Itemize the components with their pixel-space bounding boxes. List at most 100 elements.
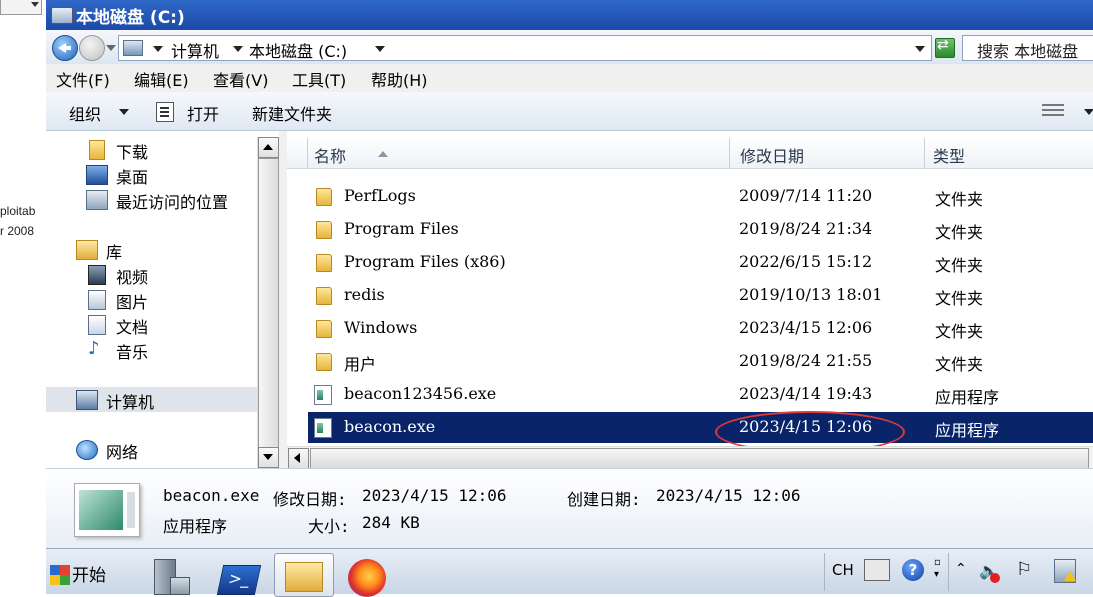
title-bar[interactable]: 本地磁盘 (C:): [46, 0, 1093, 30]
details-created-label: 创建日期:: [567, 490, 641, 509]
nav-label: 音乐: [116, 343, 149, 362]
chevron-down-icon[interactable]: [375, 46, 385, 52]
chevron-down-icon[interactable]: [233, 46, 243, 52]
nav-item-recent-places[interactable]: 最近访问的位置: [46, 187, 256, 212]
file-list: 名称 修改日期 类型 PerfLogs 2009/7/14 11:20 文件夹 …: [287, 131, 1093, 468]
file-row-selected[interactable]: beacon.exe 2023/4/15 12:06 应用程序: [308, 412, 1093, 443]
scroll-thumb[interactable]: [258, 158, 279, 448]
nav-item-network[interactable]: 网络: [46, 437, 256, 462]
search-placeholder: 搜索 本地磁盘: [977, 42, 1079, 61]
open-icon: [156, 102, 174, 122]
column-name[interactable]: 名称: [308, 138, 730, 168]
file-row[interactable]: beacon123456.exe 2023/4/14 19:43 应用程序: [308, 379, 1093, 410]
column-date[interactable]: 修改日期: [730, 138, 925, 168]
folder-icon: [316, 188, 332, 206]
background-dropdown[interactable]: [0, 0, 42, 15]
language-indicator[interactable]: CH: [832, 561, 854, 579]
column-label: 修改日期: [740, 147, 805, 166]
warning-icon: [1064, 571, 1076, 581]
nav-item-pictures[interactable]: 图片: [46, 287, 256, 312]
nav-label: 视频: [116, 268, 149, 287]
file-row[interactable]: Program Files 2019/8/24 21:34 文件夹: [308, 214, 1093, 245]
pane-splitter[interactable]: [279, 131, 287, 468]
new-folder-button[interactable]: 新建文件夹: [252, 101, 332, 125]
taskbar: 开始 >_ CH ? ▫ ▾ ⌃ 🔈 ⚐: [46, 548, 1093, 597]
folder-icon: [316, 221, 332, 239]
start-label: 开始: [72, 566, 106, 586]
file-type: 文件夹: [935, 289, 984, 308]
firefox-icon[interactable]: [346, 555, 390, 597]
file-row[interactable]: redis 2019/10/13 18:01 文件夹: [308, 280, 1093, 311]
folder-icon: [316, 254, 332, 272]
keyboard-icon[interactable]: [864, 559, 890, 581]
search-input[interactable]: 搜索 本地磁盘: [962, 35, 1093, 61]
menu-edit[interactable]: 编辑(E): [134, 67, 189, 91]
scroll-thumb[interactable]: [310, 448, 1089, 469]
file-date: 2019/10/13 18:01: [739, 285, 883, 304]
forward-button[interactable]: [79, 35, 105, 61]
file-row[interactable]: Program Files (x86) 2022/6/15 15:12 文件夹: [308, 247, 1093, 278]
nav-item-desktop[interactable]: 桌面: [46, 162, 256, 187]
organize-chevron-icon[interactable]: [119, 109, 129, 115]
breadcrumb-local-disk[interactable]: 本地磁盘 (C:): [249, 38, 347, 62]
column-type[interactable]: 类型: [925, 138, 1093, 168]
address-history-chevron-icon[interactable]: [915, 46, 925, 52]
view-options-icon[interactable]: [1042, 102, 1064, 120]
explorer-window: 本地磁盘 (C:) 计算机 本地磁盘 (C:) 搜索 本地磁盘 文件(F) 编辑…: [46, 0, 1093, 549]
action-center-flag-icon[interactable]: ⚐: [1016, 559, 1032, 580]
open-button[interactable]: 打开: [187, 101, 219, 125]
show-hidden-icons-icon[interactable]: ⌃: [955, 561, 967, 577]
start-button[interactable]: 开始: [50, 561, 106, 586]
network-icon: [76, 440, 98, 460]
refresh-icon[interactable]: [935, 37, 955, 58]
file-row[interactable]: 用户 2019/8/24 21:55 文件夹: [308, 346, 1093, 377]
file-type: 应用程序: [935, 388, 1000, 407]
details-pane: beacon.exe 修改日期: 2023/4/15 12:06 创建日期: 2…: [46, 468, 1093, 549]
scroll-down-icon[interactable]: [258, 447, 279, 468]
nav-label: 库: [106, 243, 123, 262]
nav-item-music[interactable]: ♪ 音乐: [46, 337, 256, 363]
scroll-left-icon[interactable]: [288, 448, 309, 469]
menu-view[interactable]: 查看(V): [213, 67, 268, 91]
address-box[interactable]: 计算机 本地磁盘 (C:): [118, 35, 932, 61]
server-manager-icon[interactable]: [148, 555, 192, 595]
nav-scrollbar[interactable]: [257, 137, 279, 468]
menu-tools[interactable]: 工具(T): [292, 67, 346, 91]
back-button[interactable]: [52, 35, 78, 61]
folder-icon: [316, 353, 332, 371]
nav-label: 最近访问的位置: [116, 193, 229, 212]
menu-help[interactable]: 帮助(H): [371, 67, 428, 91]
menu-bar: 文件(F) 编辑(E) 查看(V) 工具(T) 帮助(H): [46, 64, 1093, 92]
organize-button[interactable]: 组织: [69, 101, 101, 125]
breadcrumb-computer[interactable]: 计算机: [171, 38, 219, 62]
horizontal-scrollbar[interactable]: [287, 446, 1093, 469]
folder-icon: [316, 320, 332, 338]
scroll-up-icon[interactable]: [258, 137, 279, 158]
music-icon: ♪: [88, 338, 100, 359]
options-chevron-icon[interactable]: ▫ ▾: [934, 557, 941, 581]
details-modified-label: 修改日期:: [273, 490, 347, 509]
nav-label: 文档: [116, 318, 149, 337]
file-name: beacon123456.exe: [344, 384, 497, 403]
view-chevron-icon[interactable]: [1084, 109, 1093, 115]
nav-item-videos[interactable]: 视频: [46, 262, 256, 287]
details-size: 284 KB: [362, 513, 420, 532]
details-size-label: 大小:: [308, 517, 350, 536]
file-row[interactable]: Windows 2023/4/15 12:06 文件夹: [308, 313, 1093, 344]
chevron-down-icon[interactable]: [153, 46, 163, 52]
help-icon[interactable]: ?: [902, 559, 924, 581]
menu-file[interactable]: 文件(F): [56, 67, 110, 91]
explorer-taskbar-button[interactable]: [274, 553, 334, 597]
nav-item-documents[interactable]: 文档: [46, 312, 256, 337]
explorer-icon: [285, 562, 323, 592]
desktop-icon: [86, 165, 108, 185]
computer-icon: [76, 390, 98, 410]
nav-item-libraries[interactable]: 库: [46, 237, 256, 262]
powershell-icon[interactable]: >_: [216, 555, 262, 595]
file-date: 2019/8/24 21:55: [739, 351, 873, 370]
recent-pages-chevron-icon[interactable]: [106, 45, 116, 51]
file-row[interactable]: PerfLogs 2009/7/14 11:20 文件夹: [308, 181, 1093, 212]
pictures-icon: [88, 290, 106, 310]
nav-item-computer[interactable]: 计算机: [46, 387, 257, 412]
nav-item-downloads[interactable]: 下载: [46, 137, 256, 162]
